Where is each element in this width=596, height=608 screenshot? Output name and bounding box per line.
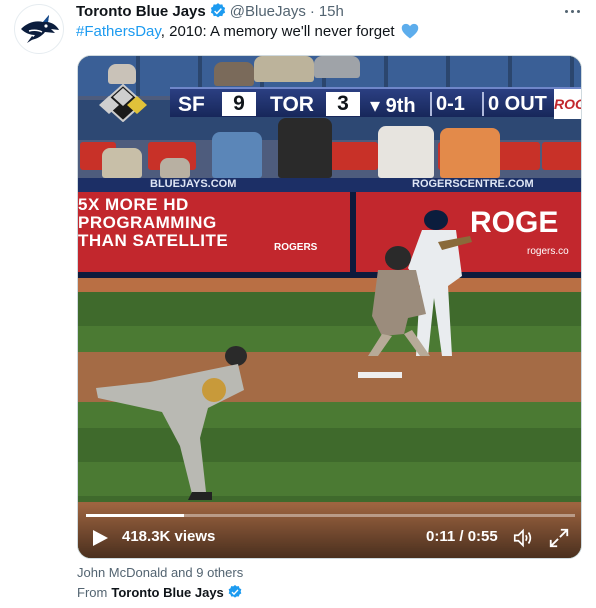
fan [440,128,500,178]
outs: 0 OUT [488,93,547,115]
tweet-body: , 2010: A memory we'll never forget [160,23,395,40]
warning-track [78,278,581,292]
from-account[interactable]: Toronto Blue Jays [111,585,223,600]
fan [102,148,142,178]
pitcher [96,346,247,500]
tweet-text: #FathersDay, 2010: A memory we'll never … [76,22,419,42]
more-options-button[interactable] [560,1,584,21]
fan [108,64,136,84]
seat [542,142,581,170]
from-attribution: From Toronto Blue Jays [77,584,246,600]
more-dot [576,9,580,13]
away-team: SF [178,93,205,116]
view-count: 418.3K views [122,528,216,545]
inning: ▾ 9th [370,95,416,117]
more-horizontal-icon [564,9,568,13]
progress-bar[interactable] [86,514,575,517]
avatar[interactable] [14,4,64,54]
score-bar: SF 9 TOR 3 ▾ 9th 0-1 0 OUT ROG sp [170,87,581,119]
volume-icon[interactable] [512,527,534,549]
wall-top-strip: BLUEJAYS.COM ROGERSCENTRE.COM [78,178,581,192]
wall-sign-left: BLUEJAYS.COM [150,178,237,190]
batter-and-catcher [368,210,472,356]
scoreboard-divider [482,92,484,116]
ad-line: THAN SATELLITE [78,231,229,250]
time-readout: 0:11 / 0:55 [426,528,498,545]
ad-copy: 5X MORE HD PROGRAMMING THAN SATELLITE [78,196,228,250]
play-icon[interactable] [92,530,108,546]
fan [254,56,314,82]
ad-brand-small: ROGERS [274,242,318,253]
blue-jays-logo-icon [21,15,59,43]
tweet[interactable]: Toronto Blue Jays @BlueJays · 15h #Fathe… [0,0,596,608]
fan [378,126,434,178]
fan [212,132,262,178]
home-team: TOR [270,93,314,116]
video-player[interactable]: BLUEJAYS.COM ROGERSCENTRE.COM 5X MORE HD… [77,55,582,559]
wall-sign-right: ROGERSCENTRE.COM [412,178,534,190]
ad-line: PROGRAMMING [78,213,217,232]
more-dot [570,9,574,13]
verified-badge-icon [210,3,225,18]
ad-line: 5X MORE HD [78,195,189,214]
base-runners-icon [99,84,147,122]
home-score: 3 [326,92,360,116]
fan [314,56,360,78]
pitch-count: 0-1 [436,93,465,115]
author-name[interactable]: Toronto Blue Jays [76,3,206,20]
seat [330,142,378,170]
away-score: 9 [222,92,256,116]
from-label: From [77,584,108,600]
fullscreen-icon[interactable] [548,527,570,549]
scoreboard-divider [430,92,432,116]
progress-fill [86,514,184,517]
tweet-timestamp[interactable]: 15h [319,3,344,20]
author-handle[interactable]: @BlueJays [230,3,306,20]
video-frame: BLUEJAYS.COM ROGERSCENTRE.COM 5X MORE HD… [78,56,581,558]
fan [278,118,332,178]
ad-url: rogers.co [527,246,569,257]
fan [160,158,190,178]
tweet-header: Toronto Blue Jays @BlueJays · 15h [76,1,344,21]
verified-badge-icon [228,585,242,598]
hashtag-link[interactable]: #FathersDay [76,23,161,40]
network-logo: ROG sp [554,89,581,119]
separator-dot: · [309,2,315,20]
blue-heart-emoji-icon [401,23,418,39]
scoreboard: SF 9 TOR 3 ▾ 9th 0-1 0 OUT ROG sp [78,84,581,122]
tagged-people[interactable]: John McDonald and 9 others [77,565,243,580]
fan [214,62,254,86]
